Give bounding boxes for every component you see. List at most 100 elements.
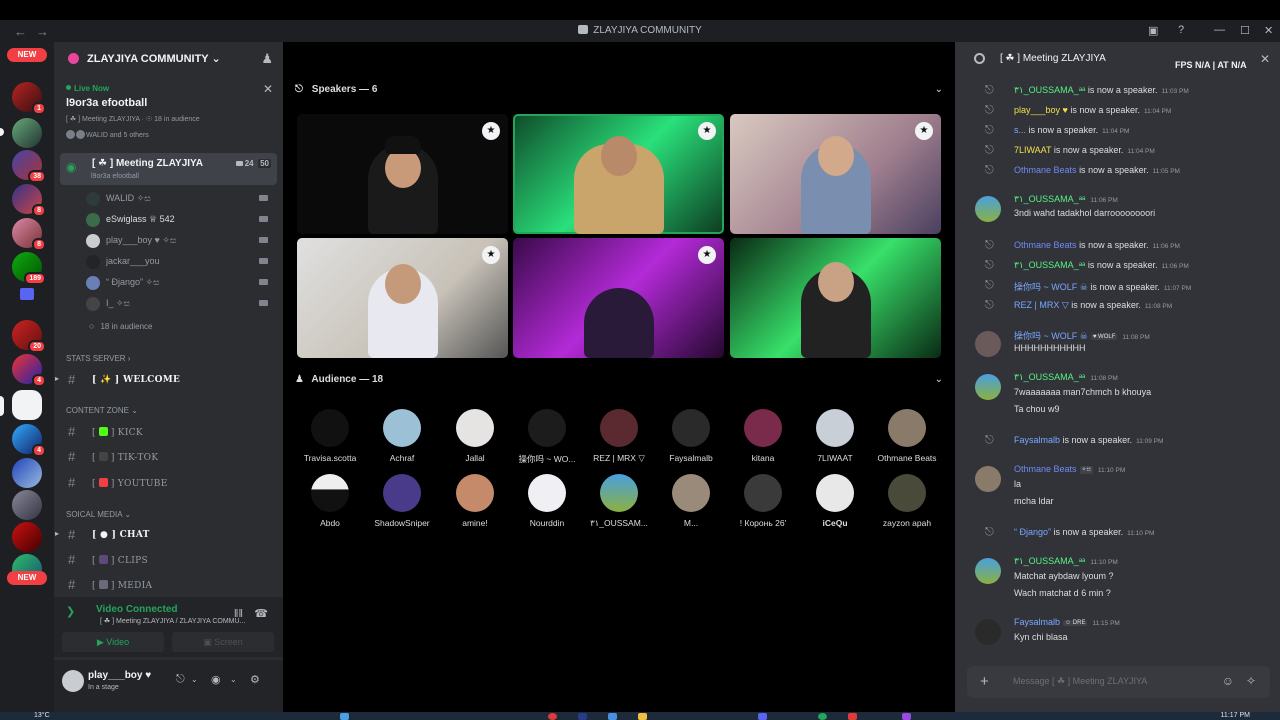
channel-media[interactable]: # [] MEDIA xyxy=(54,574,283,596)
close-window-button[interactable]: ✕ xyxy=(1264,24,1273,37)
audience-member[interactable]: Jallal xyxy=(438,409,512,463)
guild-icon-8[interactable]: 4 xyxy=(12,354,46,387)
guild-icon-2[interactable] xyxy=(12,118,42,148)
live-now-card[interactable]: Live Now l9or3a efootball ✕ [ ☘ ] Meetin… xyxy=(60,80,277,146)
speaker-tile[interactable]: ★ xyxy=(297,238,508,358)
speaker-tile[interactable] xyxy=(730,238,941,358)
discord-taskbar-icon[interactable] xyxy=(758,713,767,720)
audience-member[interactable]: M... xyxy=(654,474,728,528)
taskbar-app-icon[interactable] xyxy=(548,713,557,720)
chevron-down-icon[interactable]: ⌄ xyxy=(230,675,237,684)
guild-icon-11[interactable] xyxy=(12,490,42,520)
audience-member[interactable]: Nourddin xyxy=(510,474,584,528)
guild-icon-7[interactable]: 20 xyxy=(12,320,46,353)
taskbar-clock[interactable]: 11:17 PM xyxy=(1221,712,1250,719)
avatar[interactable] xyxy=(975,619,1001,645)
invite-icon[interactable]: ♟ xyxy=(261,51,273,67)
user-avatar[interactable] xyxy=(62,670,84,692)
audience-member[interactable]: Travisa.scotta xyxy=(293,409,367,463)
guild-icon-4[interactable]: 8 xyxy=(12,184,46,217)
voice-user[interactable]: play___boy ♥ ✧ස xyxy=(86,231,268,251)
close-icon[interactable]: ✕ xyxy=(1260,52,1270,66)
audience-member[interactable]: iCeQu xyxy=(798,474,872,528)
disconnect-icon[interactable]: ☎ xyxy=(254,607,268,620)
noise-suppression-icon[interactable]: ‖‖ xyxy=(234,608,243,620)
message-input[interactable]: Message [ ☘ ] Meeting ZLAYJIYA xyxy=(1013,676,1147,687)
chevron-down-icon[interactable]: ⌄ xyxy=(191,675,198,684)
guild-icon-5[interactable]: 8 xyxy=(12,218,46,251)
start-icon[interactable] xyxy=(340,713,349,720)
voice-user[interactable]: eSwiglass ♕ 542 xyxy=(86,210,268,230)
guild-icon-6[interactable]: 189 xyxy=(12,252,46,285)
avatar[interactable] xyxy=(975,466,1001,492)
audience-member[interactable]: amine! xyxy=(438,474,512,528)
audience-count[interactable]: 18 in audience xyxy=(89,321,152,331)
category-social[interactable]: SOICAL MEDIA ⌄ xyxy=(66,510,131,519)
taskbar-app-icon[interactable] xyxy=(638,713,647,720)
voice-user[interactable]: jackar___you xyxy=(86,252,268,272)
video-button[interactable]: ▶ Video xyxy=(62,632,164,652)
guild-icon-zlayjiya[interactable] xyxy=(12,390,42,420)
guild-icon-9[interactable]: 4 xyxy=(12,424,46,457)
audience-member[interactable]: ٣١_OUSSAM... xyxy=(582,474,656,529)
channel-youtube[interactable]: # [] YOUTUBE xyxy=(54,472,283,494)
stage-channel[interactable]: ◉ [ ☘ ] Meeting ZLAYJIYA l9or3a efootbal… xyxy=(60,153,277,185)
avatar[interactable] xyxy=(975,374,1001,400)
settings-gear-icon[interactable]: ⚙ xyxy=(250,673,260,686)
message-author[interactable]: Othmane Beats ✧ස 11:10 PM xyxy=(1014,464,1125,474)
guild-icon-12[interactable] xyxy=(12,522,42,552)
speaker-tile[interactable]: ★ xyxy=(513,238,724,358)
voice-user[interactable]: I_ ✧ස xyxy=(86,294,268,314)
minimize-button[interactable]: — xyxy=(1214,24,1225,36)
screen-share-button[interactable]: ▣ Screen xyxy=(172,632,274,652)
speaker-tile[interactable]: ★ xyxy=(730,114,941,234)
add-attachment-icon[interactable]: + xyxy=(980,673,989,690)
headphones-icon[interactable]: ◉ xyxy=(211,673,221,686)
folder-icon[interactable] xyxy=(20,288,34,300)
avatar[interactable] xyxy=(975,196,1001,222)
message-author[interactable]: ٣١_OUSSAMA_ᵃᵃ 11:06 PM xyxy=(1014,194,1118,205)
speaker-tile[interactable]: ★ xyxy=(513,114,724,234)
guild-icon-3[interactable]: 38 xyxy=(12,150,46,183)
speakers-header[interactable]: ⎋ Speakers — 6 xyxy=(295,84,377,95)
taskbar-app-icon[interactable] xyxy=(902,713,911,720)
microphone-icon[interactable]: ⎋ xyxy=(176,673,185,686)
avatar[interactable] xyxy=(975,331,1001,357)
audience-member[interactable]: Faysalmalb xyxy=(654,409,728,463)
server-name[interactable]: ZLAYJIYA COMMUNITY ⌄ xyxy=(87,52,221,65)
taskbar-app-icon[interactable] xyxy=(608,713,617,720)
audience-member[interactable]: kitana xyxy=(726,409,800,463)
channel-welcome[interactable]: ▸ # [ ✨ ] WELCOME xyxy=(54,369,283,391)
audience-member[interactable]: 操你吗 ~ WO... xyxy=(510,409,584,465)
taskbar-app-icon[interactable] xyxy=(848,713,857,720)
chevron-down-icon[interactable]: ⌄ xyxy=(935,84,943,95)
voice-user[interactable]: WALID ✧ස xyxy=(86,189,268,209)
taskbar-app-icon[interactable] xyxy=(818,713,827,720)
chevron-down-icon[interactable]: ⌄ xyxy=(935,374,943,385)
speaker-tile[interactable]: ★ xyxy=(297,114,508,234)
inbox-icon[interactable]: ▣ xyxy=(1148,24,1158,37)
message-author[interactable]: Faysalmalb ☺ DRE 11:15 PM xyxy=(1014,617,1120,627)
channel-kick[interactable]: # [] KICK xyxy=(54,421,283,443)
audience-member[interactable]: ShadowSniper xyxy=(365,474,439,528)
close-icon[interactable]: ✕ xyxy=(263,82,273,96)
message-author[interactable]: ٣١_OUSSAMA_ᵃᵃ 11:08 PM xyxy=(1014,372,1118,383)
audience-member[interactable]: Abdo xyxy=(293,474,367,528)
message-author[interactable]: ٣١_OUSSAMA_ᵃᵃ 11:10 PM xyxy=(1014,556,1118,567)
server-header[interactable]: ZLAYJIYA COMMUNITY ⌄ ♟ xyxy=(54,42,283,76)
audience-member[interactable]: REZ | MRX ▽ xyxy=(582,409,656,464)
audience-header[interactable]: ♟ Audience — 18 xyxy=(295,374,383,385)
message-composer[interactable]: + Message [ ☘ ] Meeting ZLAYJIYA ☺ ✧ xyxy=(967,666,1270,698)
guild-icon-10[interactable] xyxy=(12,458,42,488)
channel-clips[interactable]: # [] CLIPS xyxy=(54,549,283,571)
taskbar-app-icon[interactable] xyxy=(578,713,587,720)
voice-user[interactable]: “ Đjango” ✧ස xyxy=(86,273,268,293)
audience-member[interactable]: 7LIWAAT xyxy=(798,409,872,463)
weather-widget[interactable]: 13°C xyxy=(34,712,50,719)
user-name[interactable]: play___boy ♥ xyxy=(88,670,151,681)
category-content[interactable]: CONTENT ZONE ⌄ xyxy=(66,406,138,415)
category-stats[interactable]: STATS SERVER › xyxy=(66,354,130,363)
guild-icon-1[interactable]: 1 xyxy=(12,82,46,115)
apps-icon[interactable]: ✧ xyxy=(1246,674,1256,688)
channel-tiktok[interactable]: # [] TIK-TOK xyxy=(54,446,283,468)
